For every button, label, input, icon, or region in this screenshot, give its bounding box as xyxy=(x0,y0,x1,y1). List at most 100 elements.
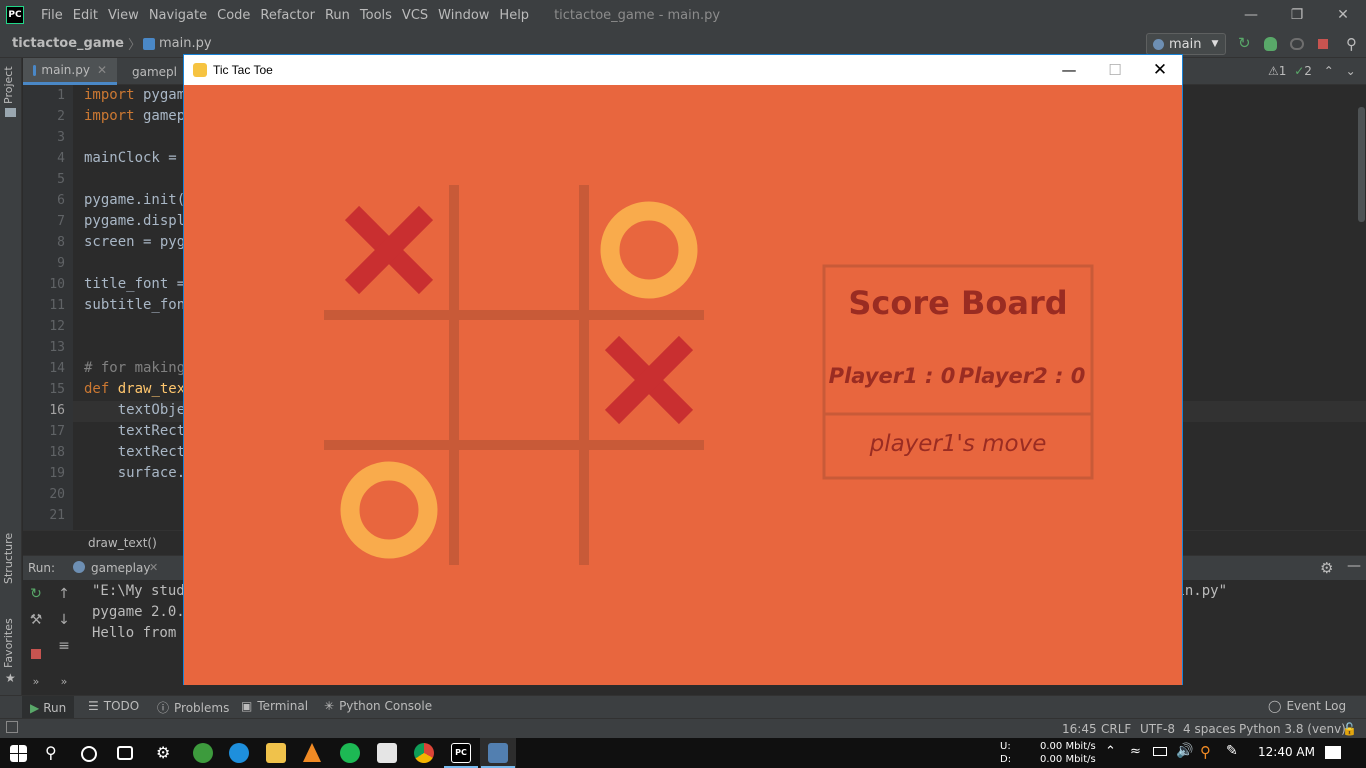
wifi-icon[interactable]: ≈ xyxy=(1130,744,1141,759)
stop-icon[interactable] xyxy=(1318,39,1328,49)
project-tool-tab[interactable]: Project xyxy=(2,66,15,104)
layout-toggle-icon[interactable] xyxy=(6,721,18,733)
arrow-up-icon[interactable]: ↑ xyxy=(55,586,73,604)
code-line[interactable]: mainClock = p xyxy=(84,150,194,166)
pycharm-taskbar-icon[interactable]: PC xyxy=(451,743,471,763)
event-log-button[interactable]: ◯ Event Log xyxy=(1268,699,1346,713)
tool-tab-python-console[interactable]: ✳ Python Console xyxy=(324,699,432,713)
rerun-icon[interactable]: ↻ xyxy=(27,586,45,604)
structure-tool-tab[interactable]: Structure xyxy=(2,533,15,584)
code-line[interactable]: textObjec xyxy=(84,402,194,418)
close-button[interactable]: ✕ xyxy=(1320,0,1366,30)
game-close-button[interactable]: ✕ xyxy=(1137,55,1183,85)
profile-icon[interactable] xyxy=(1290,38,1304,50)
code-line[interactable]: import pygame xyxy=(84,87,194,103)
favorites-tool-tab[interactable]: Favorites xyxy=(2,618,15,668)
indent-setting[interactable]: 4 spaces xyxy=(1183,722,1236,736)
lock-icon[interactable]: 🔓 xyxy=(1342,722,1357,736)
gear-icon[interactable]: ⚙ xyxy=(1320,559,1333,577)
code-line[interactable]: surface.b xyxy=(84,465,194,481)
edge-icon[interactable] xyxy=(229,743,249,763)
battery-icon[interactable] xyxy=(1153,747,1167,756)
code-line[interactable]: screen = pyga xyxy=(84,234,194,250)
expand-icon[interactable]: » xyxy=(27,675,45,693)
game-canvas[interactable]: Score Board Player1 : 0 Player2 : 0 play… xyxy=(184,85,1182,685)
code-line[interactable]: def draw_text xyxy=(84,381,194,397)
tool-tab-todo[interactable]: ☰ TODO xyxy=(88,699,139,713)
code-line[interactable]: title_font = xyxy=(84,276,185,292)
task-view-icon[interactable] xyxy=(117,746,133,760)
chrome-icon[interactable] xyxy=(414,743,434,763)
menu-help[interactable]: Help xyxy=(494,8,534,23)
file-encoding[interactable]: UTF-8 xyxy=(1140,722,1175,736)
board-cell[interactable] xyxy=(324,315,454,445)
code-line[interactable]: textRect xyxy=(84,423,185,439)
spotify-icon[interactable] xyxy=(340,743,360,763)
menu-tools[interactable]: Tools xyxy=(355,8,397,23)
code-line[interactable]: pygame.displa xyxy=(84,213,194,229)
function-breadcrumb[interactable]: draw_text() xyxy=(88,536,157,550)
tool-tab-run[interactable]: ▶ Run xyxy=(22,696,75,719)
rerun-icon[interactable]: ↻ xyxy=(1238,34,1254,52)
windows-start-icon[interactable] xyxy=(10,745,27,762)
tab-gameplay[interactable]: gamepl xyxy=(117,58,187,85)
cursor-position[interactable]: 16:45 xyxy=(1062,722,1097,736)
menu-vcs[interactable]: VCS xyxy=(397,8,433,23)
breadcrumb-project[interactable]: tictactoe_game xyxy=(12,36,124,51)
game-maximize-button[interactable]: ☐ xyxy=(1092,55,1138,85)
expand-icon[interactable]: » xyxy=(55,675,73,693)
notification-icon[interactable] xyxy=(1325,746,1341,759)
clock-app-icon[interactable] xyxy=(377,743,397,763)
board-cell[interactable] xyxy=(454,185,584,315)
breadcrumb-file[interactable]: main.py xyxy=(159,36,212,51)
python-interpreter[interactable]: Python 3.8 (venv) xyxy=(1239,722,1346,736)
minimize-button[interactable]: — xyxy=(1228,0,1274,30)
soft-wrap-icon[interactable]: ≡ xyxy=(55,638,73,656)
chevron-up-icon[interactable]: ⌃ xyxy=(1324,64,1334,78)
menu-window[interactable]: Window xyxy=(433,8,494,23)
menu-code[interactable]: Code xyxy=(212,8,255,23)
menu-view[interactable]: View xyxy=(103,8,144,23)
hide-panel-icon[interactable]: — xyxy=(1347,558,1361,574)
game-minimize-button[interactable]: — xyxy=(1046,55,1092,85)
code-line[interactable]: import gamepl xyxy=(84,108,194,124)
search-icon[interactable]: ⚲ xyxy=(45,743,65,763)
chevron-down-icon[interactable]: ⌄ xyxy=(1346,64,1356,78)
editor-scrollbar[interactable] xyxy=(1358,107,1365,222)
code-line[interactable]: textRect xyxy=(84,444,185,460)
xbox-icon[interactable] xyxy=(193,743,213,763)
file-explorer-icon[interactable] xyxy=(266,743,286,763)
pen-icon[interactable]: ✎ xyxy=(1226,743,1238,759)
arrow-down-icon[interactable]: ↓ xyxy=(55,612,73,630)
search-icon[interactable]: ⚲ xyxy=(1346,35,1362,53)
code-line[interactable]: pygame.init() xyxy=(84,192,194,208)
tic-tac-toe-board[interactable] xyxy=(324,185,714,575)
run-tab-gameplay[interactable]: gameplay xyxy=(91,561,150,575)
menu-navigate[interactable]: Navigate xyxy=(144,8,212,23)
run-configuration-select[interactable]: main ▼ xyxy=(1146,33,1226,55)
menu-run[interactable]: Run xyxy=(320,8,355,23)
board-cell[interactable] xyxy=(454,445,584,575)
debug-icon[interactable] xyxy=(1264,37,1277,51)
system-clock[interactable]: 12:40 AM xyxy=(1258,745,1315,759)
volume-icon[interactable]: 🔊 xyxy=(1176,743,1193,759)
close-tab-icon[interactable]: ✕ xyxy=(97,63,107,77)
tool-tab-terminal[interactable]: ▣ Terminal xyxy=(241,699,308,713)
menu-file[interactable]: File xyxy=(36,8,68,23)
menu-refactor[interactable]: Refactor xyxy=(255,8,320,23)
menu-edit[interactable]: Edit xyxy=(68,8,103,23)
code-line[interactable]: subtitle_font xyxy=(84,297,194,313)
tab-main-py[interactable]: main.py ✕ xyxy=(23,58,117,85)
close-tab-icon[interactable]: ✕ xyxy=(149,561,158,574)
inspection-widget[interactable]: ⚠1 ✓2 ⌃ ⌄ xyxy=(1268,64,1356,78)
restore-button[interactable]: ❐ xyxy=(1274,0,1320,30)
cortana-icon[interactable] xyxy=(81,746,97,762)
board-cell[interactable] xyxy=(454,315,584,445)
board-cell[interactable] xyxy=(584,445,714,575)
wrench-icon[interactable]: ⚒ xyxy=(27,612,45,630)
line-separator[interactable]: CRLF xyxy=(1101,722,1131,736)
tool-tab-problems[interactable]: ⓘ Problems xyxy=(157,699,229,716)
stop-icon[interactable] xyxy=(31,649,41,659)
tray-chevron-up-icon[interactable]: ⌃ xyxy=(1105,744,1116,759)
code-comment-line[interactable]: # for making xyxy=(84,360,185,376)
